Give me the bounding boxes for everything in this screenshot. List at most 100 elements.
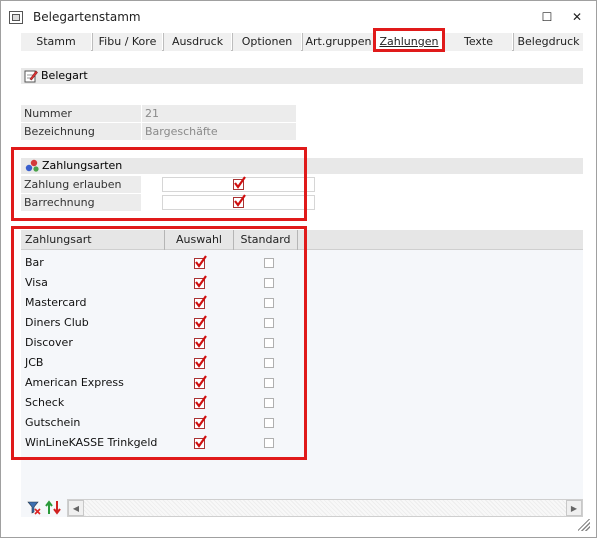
standard-checkbox[interactable] <box>264 258 274 268</box>
checkmark-icon <box>195 255 207 268</box>
standard-checkbox[interactable] <box>264 298 274 308</box>
auswahl-checkbox-checked[interactable] <box>194 315 207 329</box>
standard-checkbox[interactable] <box>264 438 274 448</box>
standard-checkbox[interactable] <box>264 338 274 348</box>
zahlungsart-name: American Express <box>25 376 124 389</box>
zahlung-erlauben-field <box>162 176 315 192</box>
tab-zahlungen[interactable]: Zahlungen <box>375 33 443 51</box>
table-row[interactable]: Bar <box>21 253 306 273</box>
maximize-button[interactable]: ☐ <box>536 7 558 27</box>
zahlungsart-name: Discover <box>25 336 73 349</box>
scroll-right-button[interactable]: ▶ <box>566 500 582 516</box>
scroll-left-button[interactable]: ◀ <box>68 500 84 516</box>
auswahl-checkbox-checked[interactable] <box>194 375 207 389</box>
tab-label: Texte <box>463 35 493 48</box>
checkmark-icon <box>195 435 207 448</box>
bezeichnung-label: Bezeichnung <box>21 123 141 140</box>
tab-texte[interactable]: Texte <box>444 33 512 51</box>
checkmark-icon <box>195 415 207 428</box>
table-row[interactable]: American Express <box>21 373 306 393</box>
table-row[interactable]: Diners Club <box>21 313 306 333</box>
standard-checkbox[interactable] <box>264 398 274 408</box>
checkmark-icon <box>234 194 246 207</box>
checkmark-icon <box>195 375 207 388</box>
zahlung-erlauben-row: Zahlung erlauben <box>21 176 315 193</box>
table-row[interactable]: Visa <box>21 273 306 293</box>
standard-checkbox[interactable] <box>264 358 274 368</box>
nummer-label: Nummer <box>21 105 141 122</box>
belegart-section-header: Belegart <box>21 68 583 84</box>
chevron-left-icon: ◀ <box>72 504 80 513</box>
tab-art-gruppen[interactable]: Art.gruppen <box>302 33 374 51</box>
column-header-auswahl[interactable]: Auswahl <box>165 230 234 250</box>
auswahl-checkbox-checked[interactable] <box>194 395 207 409</box>
auswahl-checkbox-checked[interactable] <box>194 335 207 349</box>
auswahl-checkbox-checked[interactable] <box>194 355 207 369</box>
zahlungsart-name: Scheck <box>25 396 65 409</box>
checkmark-icon <box>195 275 207 288</box>
auswahl-checkbox-checked[interactable] <box>194 295 207 309</box>
resize-grip[interactable] <box>578 519 590 531</box>
table-row[interactable]: JCB <box>21 353 306 373</box>
close-icon: ✕ <box>571 10 583 24</box>
grid-header: Zahlungsart Auswahl Standard <box>21 230 583 250</box>
sort-icon[interactable] <box>45 499 63 516</box>
checkmark-icon <box>195 395 207 408</box>
standard-checkbox[interactable] <box>264 378 274 388</box>
tab-belegdruck[interactable]: Belegdruck <box>513 33 583 51</box>
zahlungsart-name: Visa <box>25 276 48 289</box>
tab-label: Fibu / Kore <box>98 35 157 48</box>
auswahl-checkbox-checked[interactable] <box>194 415 207 429</box>
auswahl-checkbox-checked[interactable] <box>194 255 207 269</box>
filter-icon[interactable] <box>27 500 41 515</box>
tab-optionen[interactable]: Optionen <box>232 33 301 51</box>
tab-label: Belegdruck <box>517 35 580 48</box>
grid-toolbar: ◀ ▶ <box>21 499 583 517</box>
horizontal-scrollbar[interactable]: ◀ ▶ <box>67 499 583 517</box>
table-row[interactable]: Gutschein <box>21 413 306 433</box>
edit-document-icon <box>24 70 38 83</box>
table-row[interactable]: Mastercard <box>21 293 306 313</box>
checkmark-icon <box>195 315 207 328</box>
nummer-row: Nummer 21 <box>21 105 296 122</box>
tab-stamm[interactable]: Stamm <box>21 33 91 51</box>
maximize-icon: ☐ <box>541 10 553 24</box>
zahlungsart-name: Mastercard <box>25 296 87 309</box>
auswahl-checkbox-checked[interactable] <box>194 275 207 289</box>
barrechnung-label: Barrechnung <box>21 194 141 211</box>
window-title: Belegartenstamm <box>33 10 141 24</box>
zahlungsart-name: Gutschein <box>25 416 81 429</box>
zahlungsarten-section-header: Zahlungsarten <box>21 158 583 174</box>
auswahl-checkbox-checked[interactable] <box>194 435 207 449</box>
zahlung-erlauben-checkbox[interactable] <box>233 176 246 190</box>
zahlungsarten-section-title: Zahlungsarten <box>42 159 123 172</box>
zahlungsart-name: JCB <box>25 356 44 369</box>
checkmark-icon <box>195 355 207 368</box>
barrechnung-field <box>162 194 315 210</box>
table-row[interactable]: Discover <box>21 333 306 353</box>
zahlungsart-name: WinLineKASSE Trinkgeld <box>25 436 158 449</box>
column-header-zahlungsart[interactable]: Zahlungsart <box>21 230 165 250</box>
tab-label: Optionen <box>241 35 293 48</box>
tab-label: Stamm <box>36 35 76 48</box>
bezeichnung-row: Bezeichnung Bargeschäfte <box>21 123 296 140</box>
bezeichnung-value: Bargeschäfte <box>142 123 296 140</box>
chevron-right-icon: ▶ <box>570 504 578 513</box>
standard-checkbox[interactable] <box>264 318 274 328</box>
standard-checkbox[interactable] <box>264 278 274 288</box>
tab-ausdruck[interactable]: Ausdruck <box>163 33 231 51</box>
column-header-standard[interactable]: Standard <box>234 230 298 250</box>
tab-fibu-kore[interactable]: Fibu / Kore <box>92 33 162 51</box>
checkmark-icon <box>195 335 207 348</box>
barrechnung-checkbox[interactable] <box>233 194 246 208</box>
title-bar: Belegartenstamm ☐ ✕ <box>1 1 596 33</box>
belegart-section-title: Belegart <box>41 69 88 82</box>
standard-checkbox[interactable] <box>264 418 274 428</box>
zahlungsart-grid: Zahlungsart Auswahl Standard Bar Visa Mast… <box>21 230 583 517</box>
table-row[interactable]: Scheck <box>21 393 306 413</box>
tab-label: Art.gruppen <box>305 35 372 48</box>
app-window-icon <box>9 11 23 24</box>
table-row[interactable]: WinLineKASSE Trinkgeld <box>21 433 306 453</box>
close-button[interactable]: ✕ <box>566 7 588 27</box>
nummer-value: 21 <box>142 105 296 122</box>
